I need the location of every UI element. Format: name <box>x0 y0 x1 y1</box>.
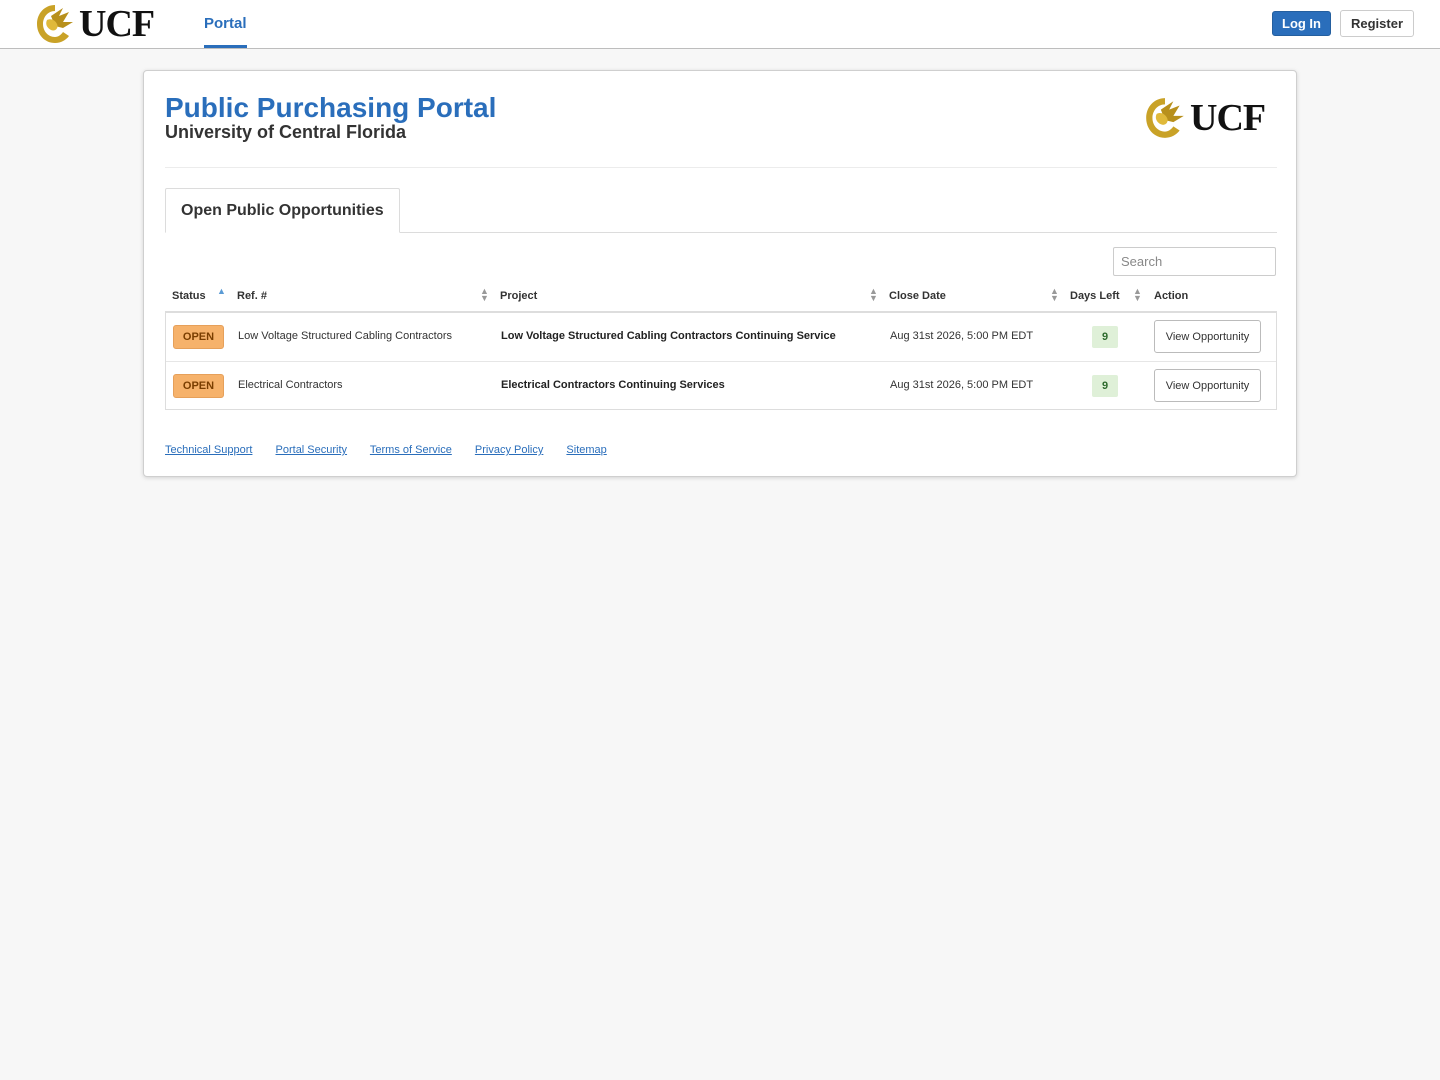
table-body: OPEN Low Voltage Structured Cabling Cont… <box>165 313 1277 410</box>
top-navbar: UCF Portal Log In Register <box>0 0 1440 49</box>
ref-cell: Low Voltage Structured Cabling Contracto… <box>238 330 453 342</box>
pegasus-icon <box>37 5 73 43</box>
status-badge: OPEN <box>173 374 224 398</box>
nav-portal-link[interactable]: Portal <box>204 0 247 48</box>
page-title: Public Purchasing Portal <box>165 92 497 123</box>
table-row: OPEN Electrical Contractors Electrical C… <box>166 361 1276 409</box>
footer-link-privacy-policy[interactable]: Privacy Policy <box>475 444 543 456</box>
footer-links: Technical Support Portal Security Terms … <box>165 444 627 456</box>
project-cell: Electrical Contractors Continuing Servic… <box>501 379 725 391</box>
view-opportunity-button[interactable]: View Opportunity <box>1154 369 1261 402</box>
column-header-action: Action <box>1154 290 1189 302</box>
table-header: Status ▲ Ref. # ▲ ▼ Project ▲ ▼ Close Date… <box>165 283 1277 313</box>
status-badge: OPEN <box>173 325 224 349</box>
tab-bar: Open Public Opportunities <box>165 188 1277 233</box>
days-left-badge: 9 <box>1092 326 1118 348</box>
sort-icon[interactable]: ▲ ▼ <box>869 287 878 303</box>
register-button[interactable]: Register <box>1340 10 1414 37</box>
search-input[interactable] <box>1113 247 1276 276</box>
days-left-badge: 9 <box>1092 375 1118 397</box>
logo-text: UCF <box>1190 97 1266 139</box>
pegasus-icon <box>1146 98 1184 138</box>
divider <box>165 167 1277 168</box>
sort-ascending-icon[interactable]: ▲ <box>217 287 226 296</box>
column-header-ref[interactable]: Ref. # <box>237 290 267 302</box>
ref-cell: Electrical Contractors <box>238 379 343 391</box>
login-button[interactable]: Log In <box>1272 11 1331 36</box>
ucf-header-logo: UCF <box>1142 93 1266 143</box>
column-header-project[interactable]: Project <box>500 290 537 302</box>
footer-link-terms-of-service[interactable]: Terms of Service <box>370 444 452 456</box>
opportunities-table: Status ▲ Ref. # ▲ ▼ Project ▲ ▼ Close Date… <box>165 283 1277 410</box>
column-header-days-left[interactable]: Days Left <box>1070 290 1120 302</box>
table-row: OPEN Low Voltage Structured Cabling Cont… <box>166 313 1276 361</box>
sort-icon[interactable]: ▲ ▼ <box>480 287 489 303</box>
column-header-close-date[interactable]: Close Date <box>889 290 946 302</box>
close-date-cell: Aug 31st 2026, 5:00 PM EDT <box>890 330 1034 342</box>
view-opportunity-button[interactable]: View Opportunity <box>1154 320 1261 353</box>
logo-text: UCF <box>79 3 155 45</box>
sort-icon[interactable]: ▲ ▼ <box>1133 287 1142 303</box>
tab-open-public-opportunities[interactable]: Open Public Opportunities <box>165 188 400 233</box>
close-date-cell: Aug 31st 2026, 5:00 PM EDT <box>890 379 1034 391</box>
footer-link-technical-support[interactable]: Technical Support <box>165 444 252 456</box>
project-cell: Low Voltage Structured Cabling Contracto… <box>501 330 836 342</box>
portal-card: Public Purchasing Portal University of C… <box>143 70 1297 477</box>
ucf-logo[interactable]: UCF <box>33 2 155 46</box>
column-header-status[interactable]: Status <box>172 290 206 302</box>
footer-link-sitemap[interactable]: Sitemap <box>566 444 606 456</box>
footer-link-portal-security[interactable]: Portal Security <box>276 444 348 456</box>
page-subtitle: University of Central Florida <box>165 122 407 142</box>
sort-icon[interactable]: ▲ ▼ <box>1050 287 1059 303</box>
